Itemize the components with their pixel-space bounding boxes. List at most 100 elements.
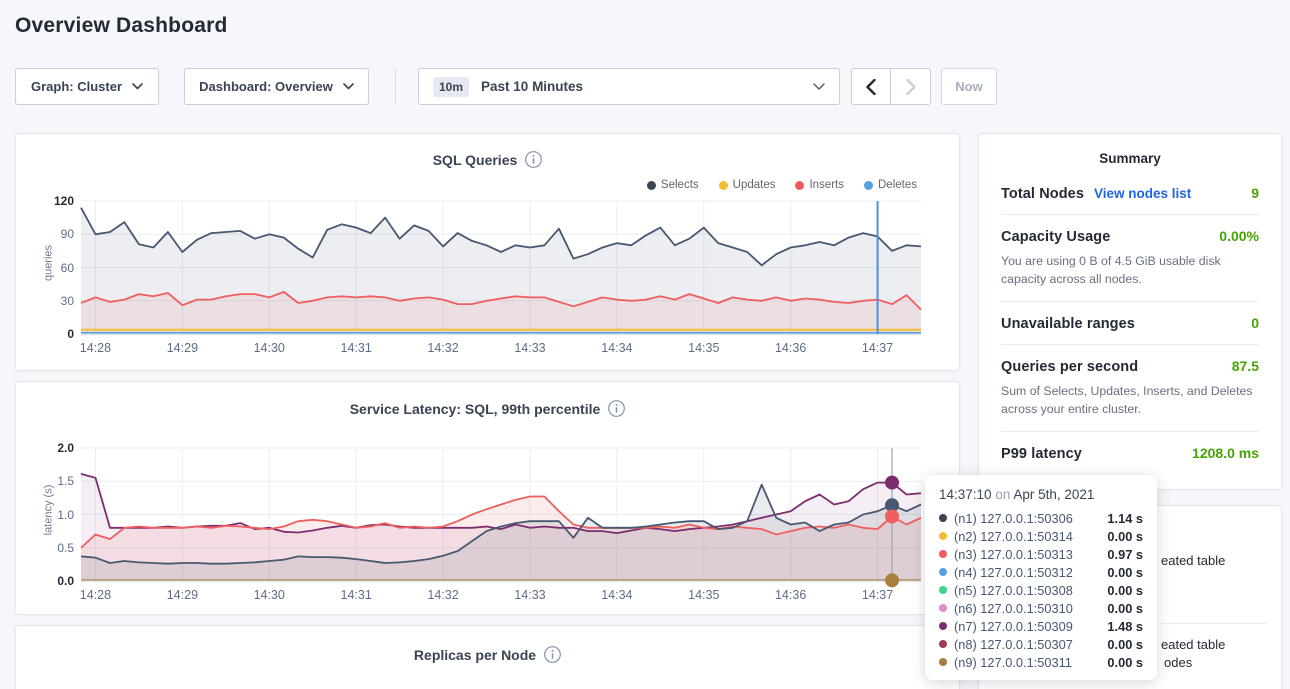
tooltip-node-row: (n9) 127.0.0.1:50311 0.00 s (939, 653, 1143, 671)
capacity-usage-label: Capacity Usage (1001, 229, 1110, 245)
tooltip-node-row: (n7) 127.0.0.1:503091.48 s (939, 617, 1143, 635)
now-button[interactable]: Now (941, 68, 997, 105)
chevron-left-icon (866, 79, 876, 95)
x-axis-tick: 14:28 (72, 341, 118, 355)
p99-latency-value: 1208.0 ms (1192, 445, 1259, 461)
event-item-fragment[interactable]: eated table (1161, 637, 1225, 652)
node-color-dot-icon (939, 658, 947, 666)
capacity-usage-subtext: You are using 0 B of 4.5 GiB usable disk… (1001, 252, 1259, 289)
view-nodes-list-link[interactable]: View nodes list (1094, 186, 1191, 201)
time-range-label: Past 10 Minutes (481, 79, 583, 94)
sql-queries-legend: Selects Updates Inserts Deletes (647, 179, 917, 191)
x-axis-tick: 14:32 (420, 588, 466, 602)
y-axis-tick: 0 (16, 327, 74, 341)
tooltip-node-row: (n1) 127.0.0.1:503061.14 s (939, 509, 1143, 527)
x-axis-tick: 14:30 (246, 588, 292, 602)
qps-subtext: Sum of Selects, Updates, Inserts, and De… (1001, 382, 1259, 419)
tooltip-node-value: 0.00 s (1107, 565, 1143, 580)
graph-dropdown-label: Graph: Cluster (31, 79, 122, 94)
info-icon[interactable] (608, 400, 625, 417)
y-axis-tick: 30 (16, 294, 74, 308)
unavailable-ranges-value: 0 (1251, 315, 1259, 331)
events-divider (1161, 623, 1267, 624)
legend-label: Inserts (809, 179, 844, 191)
y-axis-tick: 0.0 (16, 574, 74, 588)
p99-latency-label: P99 latency (1001, 446, 1082, 462)
x-axis-tick: 14:28 (72, 588, 118, 602)
summary-row-capacity: Capacity Usage 0.00% You are using 0 B o… (1001, 215, 1259, 302)
x-axis-tick: 14:34 (594, 588, 640, 602)
node-color-dot-icon (939, 586, 947, 594)
tooltip-node-value: 1.48 s (1107, 619, 1143, 634)
tooltip-node-label: (n5) 127.0.0.1:50308 (954, 583, 1073, 598)
node-color-dot-icon (939, 604, 947, 612)
legend-label: Deletes (878, 179, 917, 191)
total-nodes-value: 9 (1251, 185, 1259, 201)
event-item-fragment[interactable]: odes (1164, 655, 1192, 670)
time-nav-group (851, 68, 931, 105)
dashboard-dropdown[interactable]: Dashboard: Overview (184, 68, 369, 105)
x-axis-tick: 14:30 (246, 341, 292, 355)
tooltip-node-value: 0.00 s (1107, 583, 1143, 598)
x-axis-tick: 14:33 (507, 588, 553, 602)
info-icon[interactable] (544, 646, 561, 663)
time-range-picker[interactable]: 10m Past 10 Minutes (418, 68, 840, 105)
sql-queries-title: SQL Queries (433, 152, 518, 168)
y-axis-tick: 0.5 (16, 541, 74, 555)
event-item-fragment[interactable]: eated table (1161, 553, 1225, 568)
tooltip-node-row: (n4) 127.0.0.1:50312 0.00 s (939, 563, 1143, 581)
page-title: Overview Dashboard (15, 14, 228, 38)
legend-dot-icon (795, 181, 804, 190)
tooltip-node-label: (n6) 127.0.0.1:50310 (954, 601, 1073, 616)
tooltip-node-label: (n1) 127.0.0.1:50306 (954, 511, 1073, 526)
sql-queries-plot[interactable] (81, 201, 921, 334)
legend-label: Selects (661, 179, 699, 191)
legend-item-selects: Selects (647, 179, 699, 191)
tooltip-node-label: (n8) 127.0.0.1:50307 (954, 637, 1073, 652)
info-icon[interactable] (525, 151, 542, 168)
time-range-badge: 10m (433, 77, 469, 97)
y-axis-tick: 1.0 (16, 508, 74, 522)
tooltip-node-row: (n6) 127.0.0.1:503100.00 s (939, 599, 1143, 617)
legend-item-deletes: Deletes (864, 179, 917, 191)
y-axis-tick: 90 (16, 227, 74, 241)
legend-dot-icon (864, 181, 873, 190)
tooltip-node-label: (n4) 127.0.0.1:50312 (954, 565, 1073, 580)
chevron-down-icon (343, 83, 354, 90)
tooltip-node-row: (n3) 127.0.0.1:503130.97 s (939, 545, 1143, 563)
node-color-dot-icon (939, 532, 947, 540)
node-color-dot-icon (939, 640, 947, 648)
x-axis-tick: 14:29 (159, 588, 205, 602)
qps-value: 87.5 (1232, 358, 1259, 374)
y-axis-tick: 2.0 (16, 441, 74, 455)
tooltip-node-value: 0.00 s (1107, 529, 1143, 544)
x-axis-tick: 14:37 (855, 341, 901, 355)
x-axis-tick: 14:36 (768, 588, 814, 602)
tooltip-node-row: (n5) 127.0.0.1:50308 0.00 s (939, 581, 1143, 599)
tooltip-node-label: (n3) 127.0.0.1:50313 (954, 547, 1073, 562)
service-latency-plot[interactable] (81, 448, 921, 581)
summary-row-qps: Queries per second 87.5 Sum of Selects, … (1001, 345, 1259, 432)
controls-divider (395, 68, 396, 105)
dashboard-dropdown-label: Dashboard: Overview (199, 79, 333, 94)
x-axis-tick: 14:34 (594, 341, 640, 355)
x-axis-tick: 14:31 (333, 588, 379, 602)
time-prev-button[interactable] (851, 68, 891, 105)
x-axis-tick: 14:36 (768, 341, 814, 355)
x-axis-tick: 14:32 (420, 341, 466, 355)
graph-dropdown[interactable]: Graph: Cluster (15, 68, 159, 105)
total-nodes-label: Total Nodes (1001, 186, 1084, 202)
chart-hover-tooltip: 14:37:10 on Apr 5th, 2021 (n1) 127.0.0.1… (925, 475, 1157, 680)
tooltip-node-label: (n9) 127.0.0.1:50311 (954, 655, 1072, 670)
node-color-dot-icon (939, 568, 947, 576)
y-axis-tick: 1.5 (16, 474, 74, 488)
tooltip-node-value: 0.00 s (1107, 655, 1143, 670)
tooltip-node-row: (n8) 127.0.0.1:50307 0.00 s (939, 635, 1143, 653)
x-axis-tick: 14:31 (333, 341, 379, 355)
summary-row-total-nodes: Total Nodes View nodes list 9 (1001, 172, 1259, 215)
time-next-button[interactable] (891, 68, 931, 105)
legend-dot-icon (647, 181, 656, 190)
tooltip-node-value: 0.00 s (1107, 637, 1143, 652)
legend-item-updates: Updates (719, 179, 776, 191)
legend-dot-icon (719, 181, 728, 190)
